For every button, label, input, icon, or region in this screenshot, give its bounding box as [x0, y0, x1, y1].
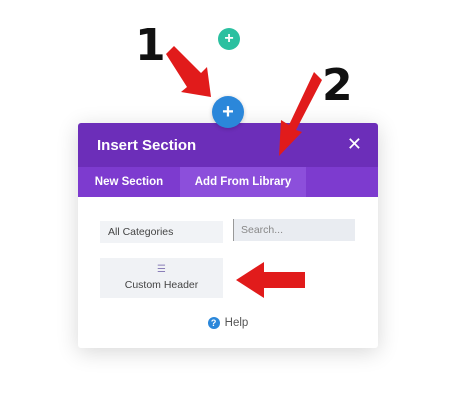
arrow-3 [236, 262, 305, 298]
arrow-1 [166, 46, 211, 97]
annotation-arrows [166, 46, 322, 298]
arrow-2 [279, 72, 322, 156]
